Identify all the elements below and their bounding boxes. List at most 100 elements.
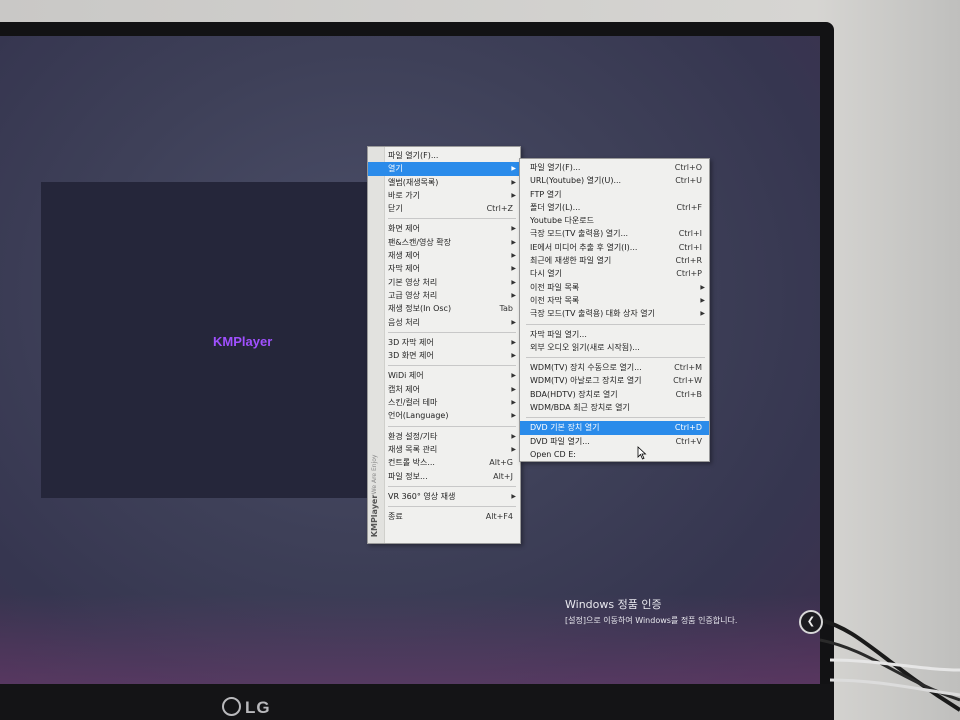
submenu-arrow-icon: ▶ xyxy=(511,191,516,199)
menu-item-label: 종료 xyxy=(388,512,403,522)
open-submenu-item[interactable]: 이전 자막 목록 ▶ xyxy=(520,294,709,307)
submenu-arrow-icon: ▶ xyxy=(511,265,516,273)
open-submenu-item[interactable]: 다시 열기 Ctrl+P xyxy=(520,267,709,280)
activation-title: Windows 정품 인증 xyxy=(565,598,662,611)
main-menu-item[interactable]: 3D 화면 제어 ▶ xyxy=(368,349,520,362)
open-submenu-item[interactable]: Youtube 다운로드 xyxy=(520,214,709,227)
menu-item-label: 바로 가기 xyxy=(388,190,420,200)
menu-item-shortcut: Ctrl+B xyxy=(675,389,702,399)
open-submenu-item[interactable]: 자막 파일 열기... xyxy=(520,328,709,341)
menu-item-label: WDM(TV) 장치 수동으로 열기... xyxy=(530,363,642,373)
menu-item-shortcut: Ctrl+O xyxy=(674,163,702,172)
main-menu-item[interactable]: 닫기 Ctrl+Z xyxy=(368,202,520,215)
menu-separator xyxy=(526,323,705,325)
menu-separator xyxy=(526,417,705,419)
main-menu-item[interactable]: 화면 제어 ▶ xyxy=(368,222,520,235)
main-menu-item[interactable]: VR 360° 영상 재생 ▶ xyxy=(368,490,520,503)
open-submenu-item[interactable]: 외부 오디오 읽기(새로 시작됨)... xyxy=(520,341,709,354)
open-submenu-item[interactable]: WDM/BDA 최근 장치로 열기 xyxy=(520,401,709,414)
menu-item-label: 이전 자막 목록 xyxy=(530,295,580,305)
submenu-arrow-icon: ▶ xyxy=(511,252,516,260)
menu-item-shortcut: Tab xyxy=(499,304,513,314)
menu-item-shortcut: Alt+G xyxy=(489,458,513,468)
menu-separator xyxy=(388,331,516,333)
open-submenu-item[interactable]: URL(Youtube) 열기(U)... Ctrl+U xyxy=(520,174,709,187)
menu-item-shortcut: Ctrl+D xyxy=(674,423,702,433)
open-submenu-item[interactable]: WDM(TV) 장치 수동으로 열기... Ctrl+M xyxy=(520,361,709,374)
main-menu-item[interactable]: 팬&스캔/영상 확장 ▶ xyxy=(368,236,520,249)
menu-item-shortcut: Alt+F4 xyxy=(485,512,513,522)
menu-item-shortcut: Ctrl+I xyxy=(678,242,702,252)
submenu-arrow-icon: ▶ xyxy=(700,283,705,291)
submenu-arrow-icon: ▶ xyxy=(511,412,516,420)
open-submenu-item[interactable]: 이전 파일 목록 ▶ xyxy=(520,281,709,294)
menu-item-shortcut: Ctrl+R xyxy=(675,256,703,266)
main-menu-item[interactable]: 열기 ▶ xyxy=(368,162,520,176)
menu-item-shortcut: Ctrl+W xyxy=(673,376,702,386)
menu-item-label: WDM/BDA 최근 장치로 열기 xyxy=(530,403,630,413)
lg-circle-icon xyxy=(222,697,241,716)
open-submenu-item[interactable]: IE에서 미디어 추출 후 열기(I)... Ctrl+I xyxy=(520,241,709,254)
open-submenu-item[interactable]: WDM(TV) 아날로그 장치로 열기 Ctrl+W xyxy=(520,374,709,387)
main-menu-item[interactable]: 자막 제어 ▶ xyxy=(368,262,520,275)
main-menu-item[interactable]: 환경 설정/기타 ▶ xyxy=(368,430,520,443)
lg-logo-text: LG xyxy=(245,698,271,717)
main-menu-item[interactable]: 언어(Language) ▶ xyxy=(368,409,520,422)
main-menu-item[interactable]: 컨트롤 박스... Alt+G xyxy=(368,456,520,469)
main-menu-item[interactable]: 바로 가기 ▶ xyxy=(368,189,520,202)
open-submenu-item[interactable]: DVD 기본 장치 열기 Ctrl+D xyxy=(520,421,709,435)
open-submenu-item[interactable]: Open CD E: xyxy=(520,448,709,461)
open-submenu-item[interactable]: BDA(HDTV) 장치로 열기 Ctrl+B xyxy=(520,388,709,401)
main-menu-item[interactable]: 캡처 제어 ▶ xyxy=(368,383,520,396)
menu-item-label: 재생 제어 xyxy=(388,251,420,261)
open-submenu-item[interactable]: 파일 열기(F)... Ctrl+O xyxy=(520,161,709,174)
menu-item-label: 음성 처리 xyxy=(388,317,420,327)
open-submenu-item[interactable]: 극장 모드(TV 출력용) 대화 상자 열기 ▶ xyxy=(520,307,709,320)
open-submenu-item[interactable]: DVD 파일 열기... Ctrl+V xyxy=(520,435,709,448)
main-menu-item[interactable]: 앨범(재생목록) ▶ xyxy=(368,176,520,189)
main-menu-item[interactable]: 재생 제어 ▶ xyxy=(368,249,520,262)
player-video-area[interactable] xyxy=(41,182,373,498)
menu-item-shortcut: Ctrl+P xyxy=(676,269,702,279)
menu-item-label: 자막 제어 xyxy=(388,264,420,274)
menu-item-label: 팬&스캔/영상 확장 xyxy=(388,237,451,247)
main-menu-item[interactable]: 스킨/컬러 테마 ▶ xyxy=(368,396,520,409)
context-menu: KMPlayerWe Are Enjoy 파일 열기(F)... 열기 ▶ 앨범(재생… xyxy=(367,146,521,544)
open-submenu: 파일 열기(F)... Ctrl+O URL(Youtube) 열기(U)... Ct… xyxy=(519,158,710,462)
menu-item-label: 닫기 xyxy=(388,204,403,214)
menu-item-shortcut: Alt+J xyxy=(493,471,513,481)
main-menu-item[interactable]: 파일 정보... Alt+J xyxy=(368,470,520,483)
menu-item-label: 기본 영상 처리 xyxy=(388,277,438,287)
menu-item-label: 3D 자막 제어 xyxy=(388,337,434,347)
menu-item-label: 극장 모드(TV 출력용) 열기... xyxy=(530,229,629,239)
menu-item-label: 파일 열기(F)... xyxy=(530,163,581,172)
main-menu-item[interactable]: 기본 영상 처리 ▶ xyxy=(368,276,520,289)
main-menu-item[interactable]: 종료 Alt+F4 xyxy=(368,510,520,523)
menu-item-label: 고급 영상 처리 xyxy=(388,290,438,300)
menu-item-shortcut: Ctrl+U xyxy=(675,176,702,186)
main-menu-item[interactable]: 3D 자막 제어 ▶ xyxy=(368,336,520,349)
main-menu-item[interactable]: WiDi 제어 ▶ xyxy=(368,369,520,382)
open-submenu-item[interactable]: FTP 열기 xyxy=(520,188,709,201)
chevron-left-icon[interactable]: ❮ xyxy=(799,610,823,634)
menu-item-label: 최근에 재생한 파일 열기 xyxy=(530,256,612,266)
submenu-arrow-icon: ▶ xyxy=(700,310,705,318)
main-menu-item[interactable]: 고급 영상 처리 ▶ xyxy=(368,289,520,302)
menu-item-label: 앨범(재생목록) xyxy=(388,177,439,187)
open-submenu-item[interactable]: 폴더 열기(L)... Ctrl+F xyxy=(520,201,709,214)
menu-item-shortcut: Ctrl+F xyxy=(676,202,702,212)
lg-logo: LG xyxy=(222,697,271,718)
open-submenu-item[interactable]: 극장 모드(TV 출력용) 열기... Ctrl+I xyxy=(520,227,709,240)
menu-item-label: DVD 기본 장치 열기 xyxy=(530,423,600,433)
main-menu-item[interactable]: 재생 정보(In Osc) Tab xyxy=(368,302,520,315)
menu-item-label: 파일 열기(F)... xyxy=(388,151,439,160)
menu-item-label: 화면 제어 xyxy=(388,224,420,234)
main-menu-item[interactable]: 음성 처리 ▶ xyxy=(368,316,520,329)
main-menu-item[interactable]: 재생 목록 관리 ▶ xyxy=(368,443,520,456)
open-submenu-item[interactable]: 최근에 재생한 파일 열기 Ctrl+R xyxy=(520,254,709,267)
submenu-arrow-icon: ▶ xyxy=(511,372,516,380)
menu-item-label: 자막 파일 열기... xyxy=(530,329,587,339)
submenu-arrow-icon: ▶ xyxy=(511,278,516,286)
submenu-arrow-icon: ▶ xyxy=(511,238,516,246)
main-menu-item[interactable]: 파일 열기(F)... xyxy=(368,149,520,162)
